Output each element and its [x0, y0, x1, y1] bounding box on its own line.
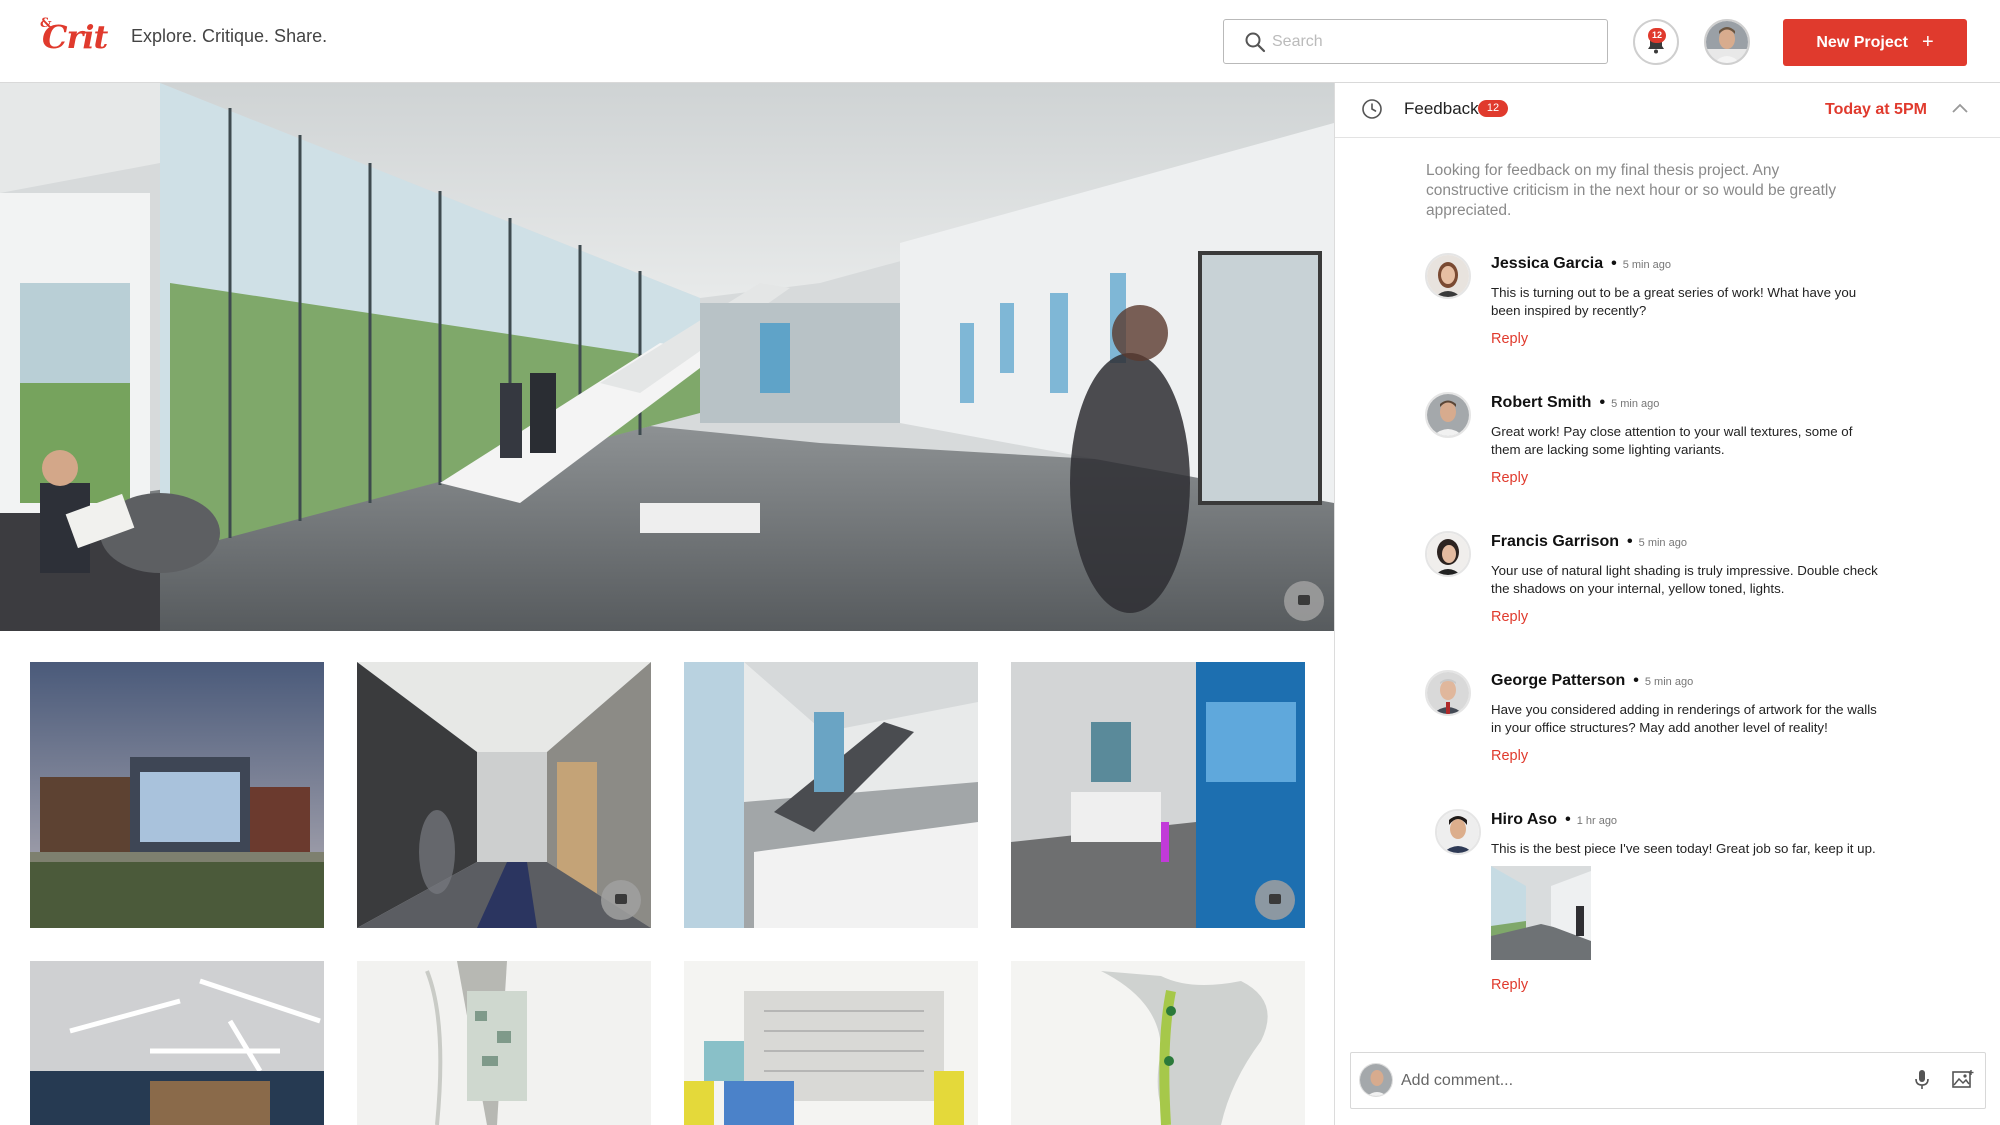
thumb-open-office: [30, 961, 324, 1125]
reply-link[interactable]: Reply: [1491, 748, 1528, 764]
feedback-title: Feedback: [1404, 99, 1479, 118]
reply-link[interactable]: Reply: [1491, 609, 1528, 625]
gallery-thumbnail[interactable]: [357, 961, 651, 1125]
comment-text: Your use of natural light shading is tru…: [1491, 563, 1878, 596]
gallery-thumbnail[interactable]: [684, 662, 978, 928]
gallery-thumbnail[interactable]: [1011, 662, 1305, 928]
commenter-avatar[interactable]: [1425, 253, 1471, 299]
comment-text: This is turning out to be a great series…: [1491, 285, 1857, 318]
commenter-name-text: Hiro Aso: [1491, 811, 1558, 828]
thumb-master-plan: [357, 961, 651, 1125]
commenter-name-text: Francis Garrison: [1491, 533, 1620, 550]
feedback-header[interactable]: Feedback 12 Today at 5PM: [1335, 83, 2000, 138]
avatar-image: [1437, 811, 1479, 853]
comment-item: Robert Smith • 5 min ago Great work! Pay c…: [1425, 392, 1905, 502]
attachment-image: [1491, 866, 1591, 960]
reply-link[interactable]: Reply: [1491, 331, 1528, 347]
plus-icon: +: [1921, 31, 1934, 53]
commenter-name[interactable]: Robert Smith • 5 min ago: [1491, 394, 1659, 412]
thumb-comment-icon[interactable]: [1255, 880, 1295, 920]
project-description: Looking for feedback on my final thesis …: [1426, 162, 1837, 219]
gallery-thumbnail[interactable]: [30, 961, 324, 1125]
logo-wordmark: Crit: [42, 18, 108, 56]
commenter-avatar[interactable]: [1435, 809, 1481, 855]
commenter-name-text: Robert Smith: [1491, 394, 1592, 411]
avatar-image: [1427, 394, 1469, 436]
new-project-button[interactable]: New Project +: [1783, 19, 1967, 66]
avatar-image: [1706, 21, 1748, 63]
comment-item: Francis Garrison • 5 min ago Your use of n…: [1425, 531, 1905, 641]
top-bar: & Crit Explore. Critique. Share. 12 New …: [0, 0, 2000, 83]
commenter-avatar[interactable]: [1425, 531, 1471, 577]
commenter-name[interactable]: Jessica Garcia • 5 min ago: [1491, 255, 1671, 273]
thumb-exterior: [30, 662, 324, 928]
thumb-atrium: [684, 662, 978, 928]
gallery-thumbnail[interactable]: [1011, 961, 1305, 1125]
commenter-name-text: George Patterson: [1491, 672, 1626, 689]
comment-item: Hiro Aso • 1 hr ago This is the best piece…: [1425, 809, 1905, 999]
gallery-thumbnail[interactable]: [684, 961, 978, 1125]
commenter-avatar[interactable]: [1425, 392, 1471, 438]
avatar-image: [1427, 255, 1469, 297]
comment-time: 1 hr ago: [1576, 815, 1618, 827]
gallery-thumbnail[interactable]: [30, 662, 324, 928]
current-user-avatar: [1359, 1063, 1393, 1097]
commenter-avatar[interactable]: [1425, 670, 1471, 716]
hero-rendering: [0, 83, 1334, 631]
chevron-up-icon[interactable]: [1951, 102, 1969, 114]
commenter-name[interactable]: Francis Garrison • 5 min ago: [1491, 533, 1687, 551]
comment-item: Jessica Garcia • 5 min ago This is turning…: [1425, 253, 1905, 363]
clock-icon: [1362, 99, 1382, 119]
feedback-due-time: Today at 5PM: [1825, 101, 1927, 118]
comment-text: This is the best piece I've seen today! …: [1491, 841, 1876, 856]
search-icon: [1245, 32, 1266, 53]
comment-time: 5 min ago: [1638, 537, 1687, 549]
commenter-name-text: Jessica Garcia: [1491, 255, 1604, 272]
thumb-comment-icon[interactable]: [601, 880, 641, 920]
search-input[interactable]: [1272, 30, 1592, 54]
notification-badge: 12: [1648, 28, 1666, 43]
feedback-count-badge: 12: [1478, 100, 1508, 117]
comment-text: Great work! Pay close attention to your …: [1491, 424, 1853, 457]
add-comment-box[interactable]: [1350, 1052, 1986, 1109]
avatar-image: [1427, 672, 1469, 714]
new-project-label: New Project: [1816, 34, 1908, 51]
reply-link[interactable]: Reply: [1491, 470, 1528, 486]
feedback-panel: Feedback 12 Today at 5PM Looking for fee…: [1334, 83, 2000, 1125]
comment-time: 5 min ago: [1611, 398, 1660, 410]
image-upload-icon[interactable]: [1952, 1069, 1974, 1089]
commenter-name[interactable]: Hiro Aso • 1 hr ago: [1491, 811, 1617, 829]
comment-time: 5 min ago: [1622, 259, 1672, 271]
comment-time: 5 min ago: [1644, 676, 1694, 688]
comment-item: George Patterson • 5 min ago Have you cons…: [1425, 670, 1905, 780]
comment-text: Have you considered adding in renderings…: [1491, 702, 1877, 735]
reply-link[interactable]: Reply: [1491, 977, 1528, 993]
user-avatar[interactable]: [1704, 19, 1750, 65]
gallery-thumbnail[interactable]: [357, 662, 651, 928]
thumb-greenway-map: [1011, 961, 1305, 1125]
comment-attachment[interactable]: [1491, 866, 1591, 960]
avatar-image: [1427, 533, 1469, 575]
search-box[interactable]: [1223, 19, 1608, 64]
tagline: Explore. Critique. Share.: [131, 26, 328, 46]
comment-input[interactable]: [1401, 1069, 1841, 1093]
hero-comment-icon[interactable]: [1284, 581, 1324, 621]
commenter-name[interactable]: George Patterson • 5 min ago: [1491, 672, 1693, 690]
thumb-site-plan: [684, 961, 978, 1125]
microphone-icon[interactable]: [1914, 1069, 1930, 1091]
hero-image[interactable]: [0, 83, 1334, 631]
avatar-image: [1360, 1064, 1392, 1096]
